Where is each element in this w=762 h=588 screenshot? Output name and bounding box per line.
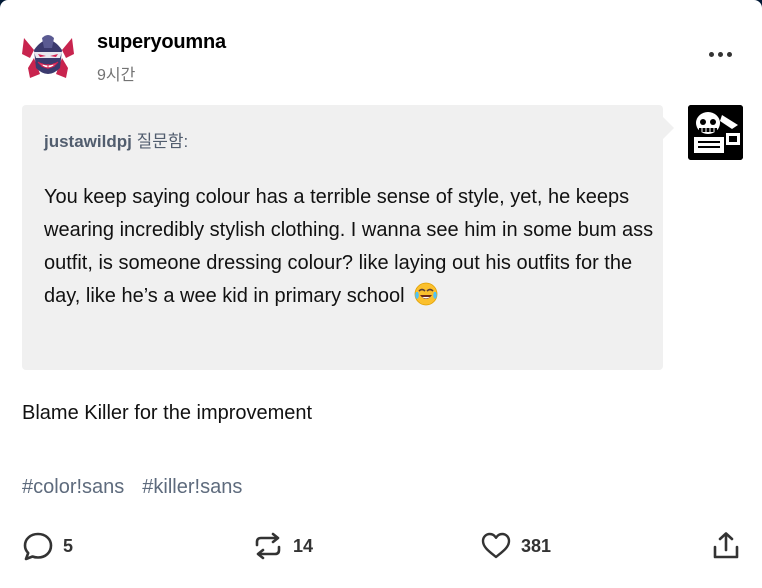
more-options-button[interactable] (704, 44, 736, 64)
tag-list: #color!sans #killer!sans (22, 476, 242, 499)
asker-name-link[interactable]: justawildpj (44, 132, 132, 151)
heart-icon (481, 532, 511, 559)
tag-link[interactable]: #killer!sans (142, 476, 242, 499)
post-timestamp[interactable]: 9시간 (97, 61, 135, 85)
reblog-button[interactable]: 14 (252, 532, 313, 560)
author-username[interactable]: superyoumna (97, 31, 226, 54)
ellipsis-dot (717, 51, 723, 57)
tag-link[interactable]: #color!sans (22, 476, 124, 499)
likes-count: 381 (521, 535, 552, 556)
question-text-block: You keep saying colour has a terrible se… (44, 181, 654, 313)
share-button[interactable] (710, 532, 742, 560)
asker-avatar[interactable] (688, 105, 743, 160)
skeleton-avatar-icon (688, 105, 743, 160)
author-avatar[interactable] (20, 28, 76, 84)
question-text: You keep saying colour has a terrible se… (44, 186, 654, 307)
replies-count: 5 (63, 535, 74, 556)
speech-bubble-icon (23, 532, 53, 561)
ask-bubble: justawildpj 질문함: You keep saying colour … (22, 105, 674, 370)
answer-text: Blame Killer for the improvement (22, 402, 313, 424)
asker-suffix: 질문함: (131, 132, 189, 151)
share-icon (713, 532, 739, 559)
replies-button[interactable]: 5 (22, 532, 74, 561)
face-with-tears-of-joy-icon (414, 282, 438, 306)
reblog-icon (255, 532, 281, 560)
post-footer: 5 14 381 (0, 524, 762, 568)
ellipsis-dot (726, 51, 732, 57)
asker-line: justawildpj 질문함: (44, 127, 188, 152)
post-card: superyoumna 9시간 justawildpj 질문함: You kee… (0, 0, 762, 588)
demon-helmet-avatar-icon (22, 35, 74, 78)
ellipsis-icon (708, 51, 714, 57)
like-button[interactable]: 381 (480, 532, 551, 560)
reblogs-count: 14 (293, 535, 314, 556)
